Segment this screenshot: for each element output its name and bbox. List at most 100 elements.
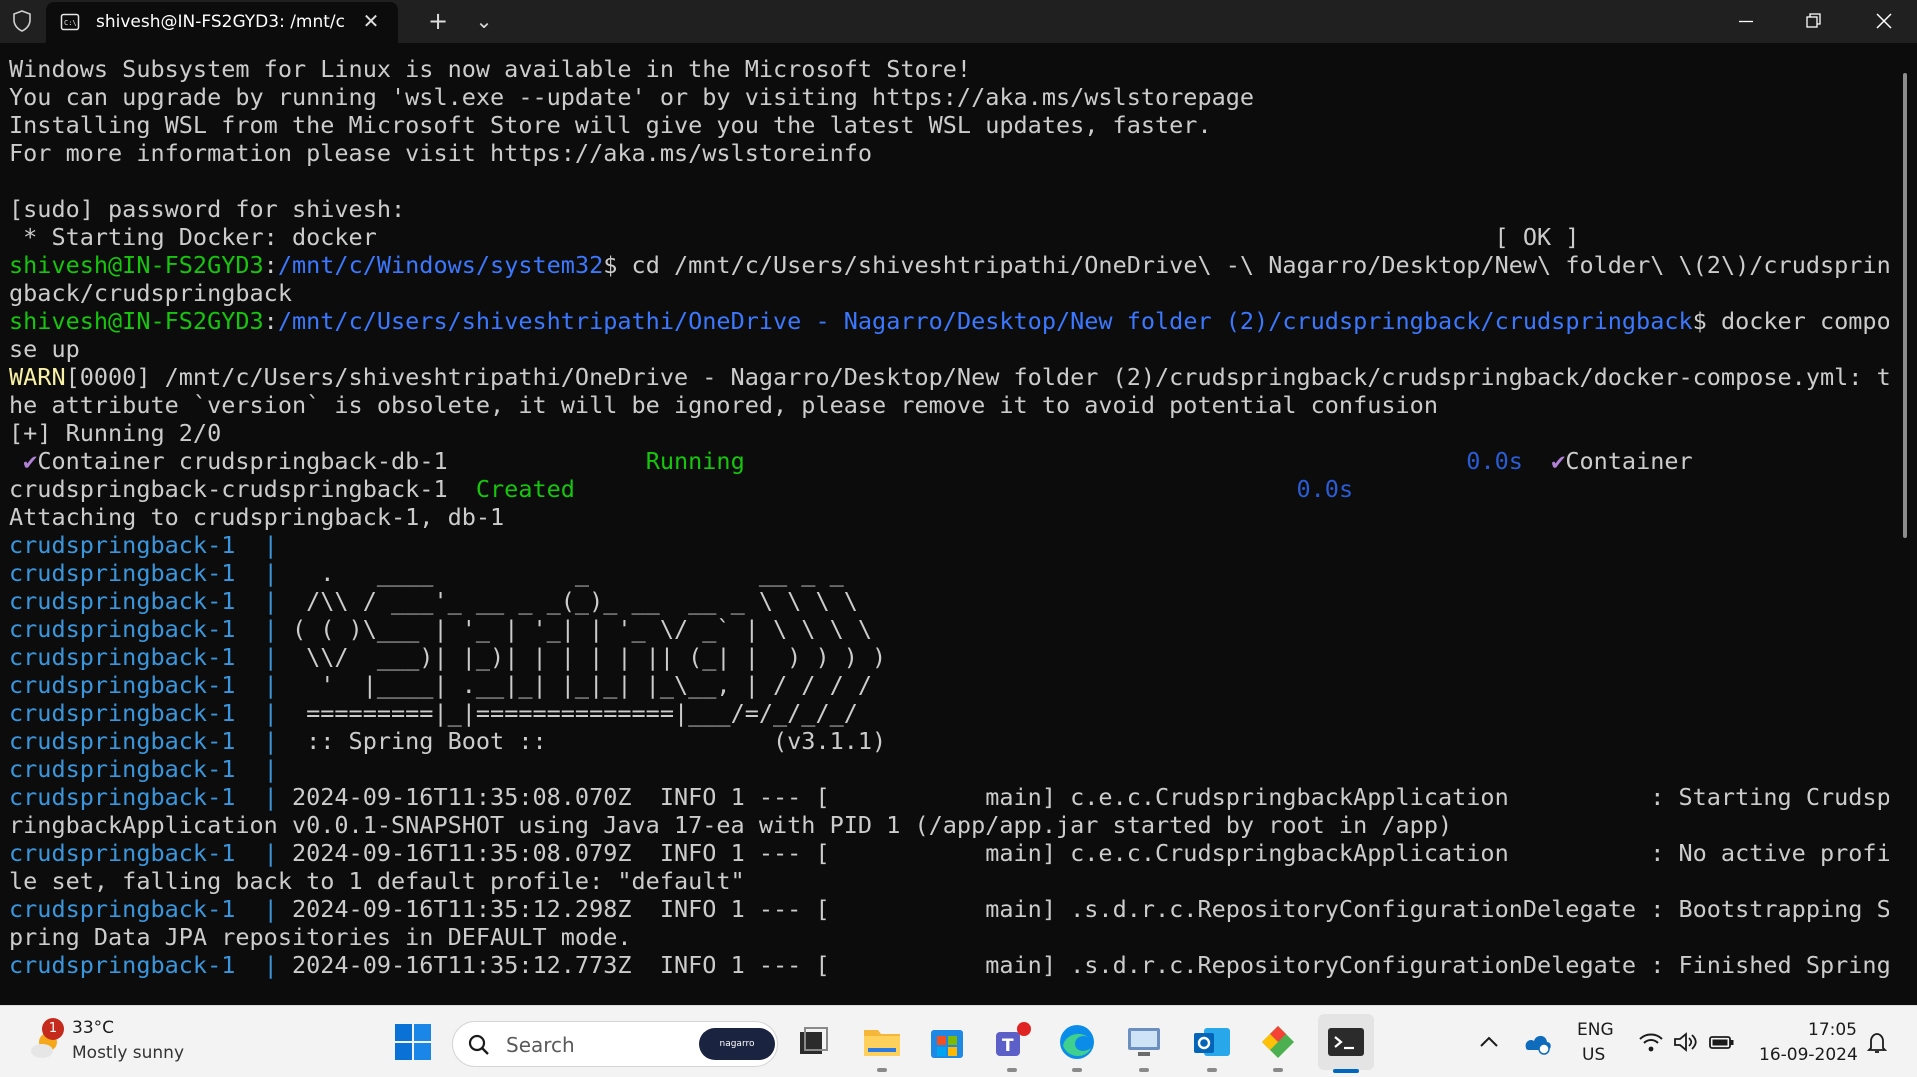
terminal-text: crudspringback-1 |	[9, 755, 292, 783]
terminal-text: \\/ ___)| |_)| | | | | || (_| | ) ) ) )	[291, 643, 887, 671]
language-indicator[interactable]: ENG	[1577, 1020, 1614, 1040]
terminal-text: gback/crudspringback	[9, 279, 292, 307]
search-placeholder: Search	[506, 1033, 575, 1057]
taskbar: 1 33°C Mostly sunny Search nagarro T ENG…	[0, 1005, 1917, 1077]
terminal-line: [+] Running 2/0	[9, 419, 1889, 447]
terminal-text: WARN	[9, 363, 66, 391]
terminal-text: 2024-09-16T11:35:12.773Z INFO 1 --- [ ma…	[291, 951, 1889, 979]
terminal-text: crudspringback-crudspringback-1	[9, 475, 476, 503]
terminal-line: crudspringback-1 | 2024-09-16T11:35:08.0…	[9, 783, 1889, 811]
git-kraken-icon[interactable]	[1256, 1020, 1300, 1064]
remote-desktop-icon[interactable]	[1122, 1020, 1166, 1064]
terminal-line: crudspringback-1 |	[9, 755, 1889, 783]
clock-time[interactable]: 17:05	[1808, 1020, 1857, 1040]
terminal-text: :	[263, 307, 278, 335]
terminal-line: shivesh@IN-FS2GYD3:/mnt/c/Windows/system…	[9, 251, 1889, 279]
terminal-line: he attribute `version` is obsolete, it w…	[9, 391, 1889, 419]
close-window-button[interactable]	[1849, 0, 1917, 43]
minimize-icon	[1739, 20, 1753, 23]
running-indicator	[877, 1068, 887, 1072]
terminal-text: You can upgrade by running 'wsl.exe --up…	[9, 83, 1255, 111]
terminal-text: /\\ / ___'_ __ _ _(_)_ __ __ _ \ \ \ \	[291, 587, 858, 615]
svg-text:C:\: C:\	[64, 19, 77, 27]
edge-icon[interactable]	[1055, 1020, 1099, 1064]
file-explorer-icon[interactable]	[860, 1020, 904, 1064]
terminal-text: Installing WSL from the Microsoft Store …	[9, 111, 1212, 139]
windows-start-icon[interactable]	[391, 1020, 435, 1064]
running-indicator	[1207, 1068, 1217, 1072]
terminal-text: $ docker compo	[1692, 307, 1889, 335]
terminal-text: 0.0s	[1466, 447, 1523, 475]
terminal-line: crudspringback-1 | ' |____| .__|_| |_|_|…	[9, 671, 1889, 699]
terminal-text: crudspringback-1 |	[9, 699, 292, 727]
terminal-text: shivesh@IN-FS2GYD3	[9, 307, 264, 335]
terminal-text: $ cd /mnt/c/Users/shiveshtripathi/OneDri…	[603, 251, 1889, 279]
terminal-text: crudspringback-1 |	[9, 783, 292, 811]
title-bar: C:\ shivesh@IN-FS2GYD3: /mnt/c ✕ + ⌄	[0, 0, 1917, 43]
terminal-tab[interactable]: C:\ shivesh@IN-FS2GYD3: /mnt/c ✕	[46, 2, 398, 43]
terminal-line: crudspringback-1 | 2024-09-16T11:35:12.2…	[9, 895, 1889, 923]
terminal-line: ringbackApplication v0.0.1-SNAPSHOT usin…	[9, 811, 1889, 839]
restore-button[interactable]	[1779, 0, 1847, 43]
weather-condition[interactable]: Mostly sunny	[72, 1043, 184, 1063]
terminal-text: Running	[645, 447, 745, 475]
scrollbar[interactable]	[1903, 73, 1907, 538]
close-tab-icon[interactable]: ✕	[358, 8, 384, 34]
outlook-icon[interactable]	[1190, 1020, 1234, 1064]
terminal-text: ringbackApplication v0.0.1-SNAPSHOT usin…	[9, 811, 1453, 839]
minimize-button[interactable]	[1711, 0, 1779, 43]
task-view-icon[interactable]	[792, 1020, 836, 1064]
terminal-line: crudspringback-1 |	[9, 531, 1889, 559]
terminal-text: 0.0s	[1296, 475, 1354, 503]
terminal-text: 2024-09-16T11:35:08.079Z INFO 1 --- [ ma…	[291, 839, 1889, 867]
weather-notification-badge: 1	[42, 1018, 64, 1040]
onedrive-icon[interactable]	[1522, 1028, 1552, 1056]
terminal-line: You can upgrade by running 'wsl.exe --up…	[9, 83, 1889, 111]
region-indicator[interactable]: US	[1582, 1045, 1605, 1065]
terminal-line: le set, falling back to 1 default profil…	[9, 867, 1889, 895]
notification-bell-icon[interactable]	[1865, 1030, 1889, 1056]
terminal-text: crudspringback-1 |	[9, 671, 292, 699]
wifi-icon[interactable]	[1638, 1030, 1664, 1054]
clock-date[interactable]: 16-09-2024	[1759, 1045, 1858, 1065]
terminal-line: [sudo] password for shivesh:	[9, 195, 1889, 223]
terminal-text: Windows Subsystem for Linux is now avail…	[9, 55, 972, 83]
terminal-text: crudspringback-1 |	[9, 951, 292, 979]
running-indicator	[1273, 1068, 1283, 1072]
search-icon	[468, 1034, 489, 1055]
terminal-text: =========|_|==============|___/=/_/_/_/	[291, 699, 858, 727]
battery-icon[interactable]	[1708, 1030, 1736, 1054]
microsoft-store-icon[interactable]	[925, 1020, 969, 1064]
terminal-text: :	[263, 251, 278, 279]
chevron-up-icon[interactable]	[1478, 1032, 1500, 1052]
taskbar-search-box[interactable]: Search nagarro	[452, 1021, 778, 1067]
terminal-line: crudspringback-1 | 2024-09-16T11:35:08.0…	[9, 839, 1889, 867]
terminal-line: crudspringback-1 | =========|_|=========…	[9, 699, 1889, 727]
teams-icon[interactable]: T	[990, 1020, 1034, 1064]
new-tab-button[interactable]: +	[420, 4, 456, 38]
terminal-text: ✔	[1551, 447, 1566, 475]
tab-dropdown-icon[interactable]: ⌄	[466, 4, 502, 38]
windows-terminal-icon[interactable]	[1324, 1020, 1368, 1064]
terminal-output[interactable]: Windows Subsystem for Linux is now avail…	[9, 55, 1889, 979]
search-highlight-pill: nagarro	[699, 1028, 775, 1060]
terminal-line: Attaching to crudspringback-1, db-1	[9, 503, 1889, 531]
terminal-line: crudspringback-1 | . ____ _ __ _ _	[9, 559, 1889, 587]
running-indicator	[1139, 1068, 1149, 1072]
temperature[interactable]: 33°C	[72, 1018, 114, 1038]
volume-icon[interactable]	[1672, 1030, 1698, 1054]
terminal-line: se up	[9, 335, 1889, 363]
terminal-text: crudspringback-1 |	[9, 587, 292, 615]
running-indicator	[1072, 1068, 1082, 1072]
shield-icon[interactable]	[10, 9, 34, 33]
active-indicator	[1333, 1069, 1359, 1073]
terminal-text: crudspringback-1 |	[9, 643, 292, 671]
terminal-text: se up	[9, 335, 80, 363]
terminal-text: Container	[1565, 447, 1693, 475]
terminal-text: 2024-09-16T11:35:08.070Z INFO 1 --- [ ma…	[291, 783, 1889, 811]
terminal-text: crudspringback-1 |	[9, 895, 292, 923]
